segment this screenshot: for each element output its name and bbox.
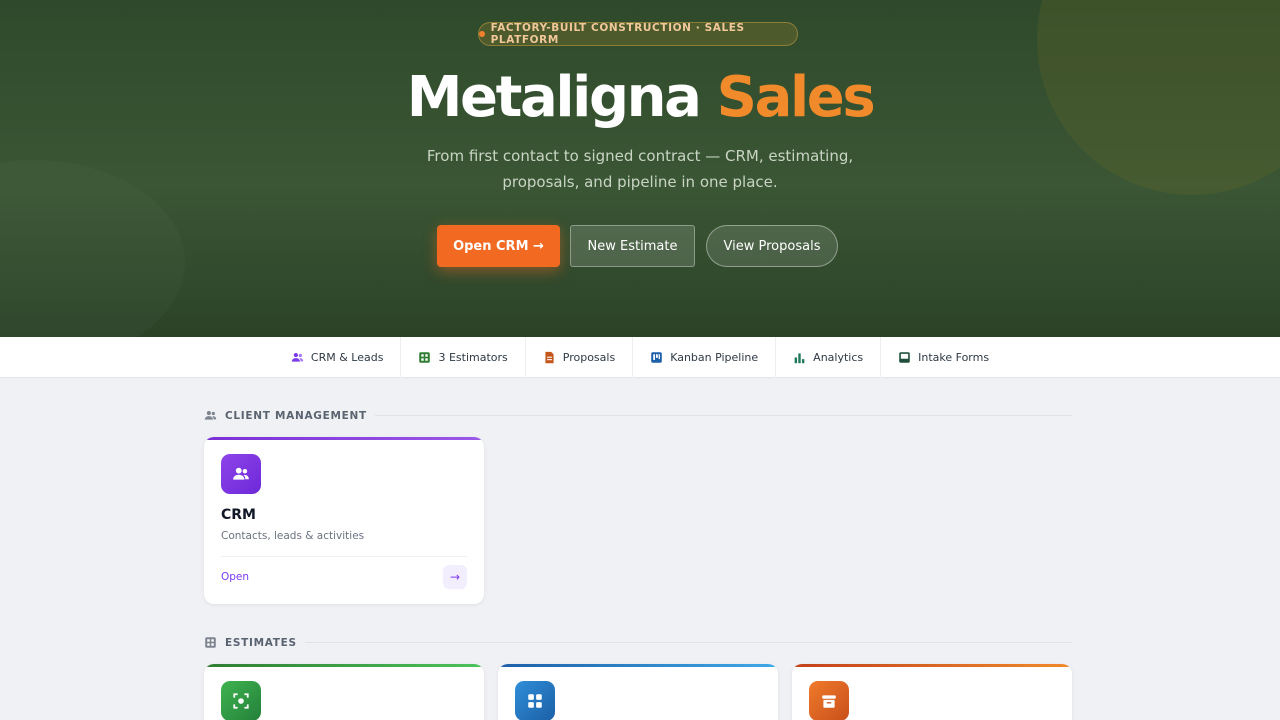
decorative-circle xyxy=(0,160,185,337)
scan-icon xyxy=(233,693,249,709)
section-label: CLIENT MANAGEMENT xyxy=(225,409,367,422)
open-crm-button[interactable]: Open CRM → xyxy=(437,225,560,267)
section-divider xyxy=(374,415,1072,416)
card-accent-bar xyxy=(498,664,778,667)
users-icon xyxy=(233,467,249,480)
view-proposals-button[interactable]: View Proposals xyxy=(706,225,838,267)
new-estimate-button[interactable]: New Estimate xyxy=(570,225,695,267)
card-icon-box xyxy=(809,681,849,720)
nav-item-label: Intake Forms xyxy=(918,351,990,364)
nav-item-analytics[interactable]: Analytics xyxy=(776,337,882,378)
card-divider xyxy=(221,556,467,557)
grid-table-icon xyxy=(419,352,431,363)
nav-item-label: Kanban Pipeline xyxy=(670,351,759,364)
card-description: Contacts, leads & activities xyxy=(221,530,365,542)
section-header-client-management: CLIENT MANAGEMENT xyxy=(204,409,1072,422)
nav-item-proposals[interactable]: Proposals xyxy=(526,337,634,378)
card-title: CRM xyxy=(221,507,256,523)
title-accent: Sales xyxy=(716,65,876,130)
card-accent-bar xyxy=(204,437,484,440)
kanban-icon xyxy=(651,352,662,363)
inbox-icon xyxy=(899,352,910,363)
nav-item-label: Analytics xyxy=(813,351,864,364)
card-accent-bar xyxy=(204,664,484,667)
users-icon xyxy=(291,352,304,362)
badge-text: FACTORY-BUILT CONSTRUCTION · SALES PLATF… xyxy=(490,22,745,46)
nav-item-intake-forms[interactable]: Intake Forms xyxy=(881,337,1006,378)
nav-item-label: 3 Estimators xyxy=(438,351,508,364)
badge-dot-icon xyxy=(479,31,485,37)
section-header-estimates: ESTIMATES xyxy=(204,636,1072,649)
title-main: Metaligna xyxy=(406,65,702,130)
document-icon xyxy=(545,351,554,364)
section-divider xyxy=(304,642,1072,643)
apps-grid-icon xyxy=(528,694,542,708)
nav-item-kanban-pipeline[interactable]: Kanban Pipeline xyxy=(633,337,777,378)
card-icon-box xyxy=(515,681,555,720)
estimator-card[interactable] xyxy=(792,664,1072,720)
page-subtitle: From first contact to signed contract — … xyxy=(426,147,854,191)
page-title: Metaligna Sales xyxy=(0,62,1280,134)
nav-item-crm-leads[interactable]: CRM & Leads xyxy=(274,337,402,378)
estimator-card[interactable] xyxy=(204,664,484,720)
card-accent-bar xyxy=(792,664,1072,667)
users-icon xyxy=(204,410,217,420)
card-icon-box xyxy=(221,681,261,720)
nav-item-label: Proposals xyxy=(562,351,616,364)
quick-nav-bar: CRM & Leads 3 Estimators Proposals Kanba… xyxy=(0,337,1280,378)
bar-chart-icon xyxy=(794,353,805,364)
platform-badge: FACTORY-BUILT CONSTRUCTION · SALES PLATF… xyxy=(478,22,798,46)
hero-banner: FACTORY-BUILT CONSTRUCTION · SALES PLATF… xyxy=(0,0,1280,337)
arrow-right-icon[interactable]: → xyxy=(443,565,467,589)
card-icon-box xyxy=(221,454,261,494)
nav-item-estimators[interactable]: 3 Estimators xyxy=(401,337,526,378)
grid-table-icon xyxy=(205,637,216,648)
section-label: ESTIMATES xyxy=(225,636,297,649)
archive-icon xyxy=(822,695,836,708)
estimator-card[interactable] xyxy=(498,664,778,720)
card-open-link[interactable]: Open xyxy=(221,571,249,583)
crm-card[interactable]: CRM Contacts, leads & activities Open → xyxy=(204,437,484,604)
nav-item-label: CRM & Leads xyxy=(310,351,384,364)
